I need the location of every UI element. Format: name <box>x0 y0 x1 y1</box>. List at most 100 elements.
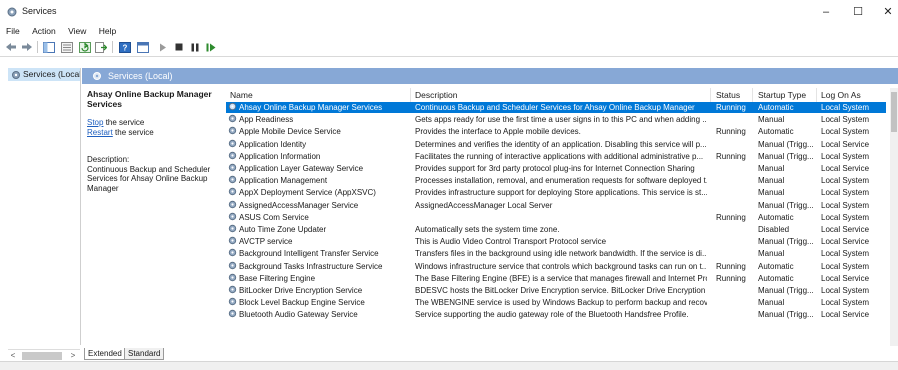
table-row[interactable]: Background Intelligent Transfer Service T… <box>226 248 886 259</box>
cell-status: Running <box>716 261 750 272</box>
table-row[interactable]: Application Identity Determines and verif… <box>226 139 886 150</box>
table-row[interactable]: AppX Deployment Service (AppXSVC) Provide… <box>226 187 886 198</box>
table-row[interactable]: Application Layer Gateway Service Provide… <box>226 163 886 174</box>
stop-service-line: Stop the service <box>87 118 145 127</box>
pause-service-icon[interactable] <box>188 40 202 54</box>
cell-text: Apple Mobile Device Service <box>239 127 341 137</box>
table-row[interactable]: Auto Time Zone Updater Automatically sets… <box>226 224 886 235</box>
table-row[interactable]: App Readiness Gets apps ready for use the… <box>226 114 886 125</box>
close-button[interactable]: ✕ <box>874 4 898 20</box>
cell-name: Background Tasks Infrastructure Service <box>228 261 410 272</box>
restart-service-link[interactable]: Restart <box>87 128 113 137</box>
cell-name: Auto Time Zone Updater <box>228 224 410 235</box>
tab-extended[interactable]: Extended <box>84 348 126 360</box>
menu-view[interactable]: View <box>68 24 86 38</box>
service-gear-icon <box>228 310 237 318</box>
properties-icon[interactable] <box>60 40 74 54</box>
start-service-icon[interactable] <box>156 40 170 54</box>
cell-name: App Readiness <box>228 114 410 125</box>
cell-text: Automatic <box>758 103 794 112</box>
table-row[interactable]: AssignedAccessManager Service AssignedAcc… <box>226 200 886 211</box>
cell-text: Local Service <box>821 310 870 320</box>
cell-text: Automatic <box>758 127 794 137</box>
cell-name: AVCTP service <box>228 236 410 247</box>
tree-item-services-local[interactable]: Services (Local <box>8 68 80 81</box>
table-row[interactable]: AVCTP service This is Audio Video Control… <box>226 236 886 247</box>
table-row[interactable]: ASUS Com Service Running Automatic Local Sy… <box>226 212 886 223</box>
menu-bar: File Action View Help <box>0 24 898 38</box>
cell-text: Background Tasks Infrastructure Service <box>239 261 383 271</box>
table-row[interactable]: Application Information Facilitates the r… <box>226 151 886 162</box>
table-row[interactable]: Ahsay Online Backup Manager Services Cont… <box>226 102 886 113</box>
cell-text: Application Identity <box>239 139 307 149</box>
service-gear-icon <box>228 200 237 208</box>
cell-name: Apple Mobile Device Service <box>228 126 410 137</box>
cell-logon: Local System <box>821 187 883 198</box>
scroll-thumb[interactable] <box>22 352 62 360</box>
console-icon[interactable] <box>136 40 150 54</box>
cell-text: App Readiness <box>239 115 294 125</box>
cell-text: Application Management <box>239 176 328 186</box>
cell-name: Application Identity <box>228 139 410 150</box>
cell-logon: Local System <box>821 261 883 272</box>
table-row[interactable]: Background Tasks Infrastructure Service W… <box>226 261 886 272</box>
service-gear-icon <box>228 175 237 184</box>
column-header-description[interactable]: Description <box>415 88 458 102</box>
cell-startup: Disabled <box>758 224 814 235</box>
cell-logon: Local System <box>821 285 883 296</box>
refresh-icon[interactable] <box>78 40 92 54</box>
service-description-pane: Ahsay Online Backup Manager Services Sto… <box>87 89 219 193</box>
cell-name: Base Filtering Engine <box>228 273 410 284</box>
service-gear-icon <box>228 102 237 111</box>
cell-description: Automatically sets the system time zone. <box>415 224 707 235</box>
cell-text: Manual (Trigg... <box>758 237 814 247</box>
back-icon[interactable] <box>4 40 18 54</box>
cell-text: Manual <box>758 188 785 198</box>
show-hide-tree-icon[interactable] <box>42 40 56 54</box>
cell-text: Local Service <box>821 237 870 247</box>
table-row[interactable]: Apple Mobile Device Service Provides the … <box>226 126 886 137</box>
table-row[interactable]: Bluetooth Audio Gateway Service Service s… <box>226 309 886 320</box>
cell-text: Manual <box>758 298 785 308</box>
column-header-status[interactable]: Status <box>716 88 740 102</box>
title-bar: Services – ☐ ✕ <box>0 0 898 24</box>
table-row[interactable]: Block Level Backup Engine Service The WBE… <box>226 297 886 308</box>
cell-text: Automatic <box>758 261 794 271</box>
cell-text: Ahsay Online Backup Manager Services <box>239 103 383 112</box>
cell-logon: Local Service <box>821 273 883 284</box>
table-row[interactable]: Base Filtering Engine The Base Filtering … <box>226 273 886 284</box>
cell-description: Provides infrastructure support for depl… <box>415 187 707 198</box>
column-header-name[interactable]: Name <box>230 88 253 102</box>
stop-service-icon[interactable] <box>172 40 186 54</box>
minimize-button[interactable]: – <box>812 4 840 20</box>
cell-text: Local Service <box>821 139 870 149</box>
maximize-button[interactable]: ☐ <box>844 4 872 20</box>
cell-text: Local Service <box>821 225 870 234</box>
column-header-startup-type[interactable]: Startup Type <box>758 88 806 102</box>
column-header-log-on-as[interactable]: Log On As <box>821 88 861 102</box>
table-row[interactable]: BitLocker Drive Encryption Service BDESVC… <box>226 285 886 296</box>
export-list-icon[interactable] <box>94 40 108 54</box>
cell-text: Transfers files in the background using … <box>415 249 707 259</box>
cell-text: This is Audio Video Control Transport Pr… <box>415 237 607 247</box>
window-title: Services <box>22 6 57 16</box>
menu-action[interactable]: Action <box>32 24 56 38</box>
menu-file[interactable]: File <box>6 24 20 38</box>
column-divider <box>410 88 411 102</box>
cell-name: Application Information <box>228 151 410 162</box>
services-gear-icon <box>12 70 20 79</box>
tab-standard[interactable]: Standard <box>124 348 165 360</box>
stop-service-link[interactable]: Stop <box>87 118 103 127</box>
table-row[interactable]: Application Management Processes installa… <box>226 175 886 186</box>
service-gear-icon <box>228 261 237 269</box>
menu-help[interactable]: Help <box>99 24 116 38</box>
resume-service-icon[interactable] <box>204 40 218 54</box>
cell-logon: Local Service <box>821 224 883 235</box>
service-gear-icon <box>228 114 237 123</box>
cell-status: Running <box>716 273 750 284</box>
cell-text: Continuous Backup and Scheduler Services… <box>415 103 695 112</box>
help-icon[interactable]: ? <box>118 40 132 54</box>
forward-icon[interactable] <box>20 40 34 54</box>
vertical-scrollbar[interactable] <box>890 88 898 346</box>
scroll-thumb[interactable] <box>891 92 897 132</box>
